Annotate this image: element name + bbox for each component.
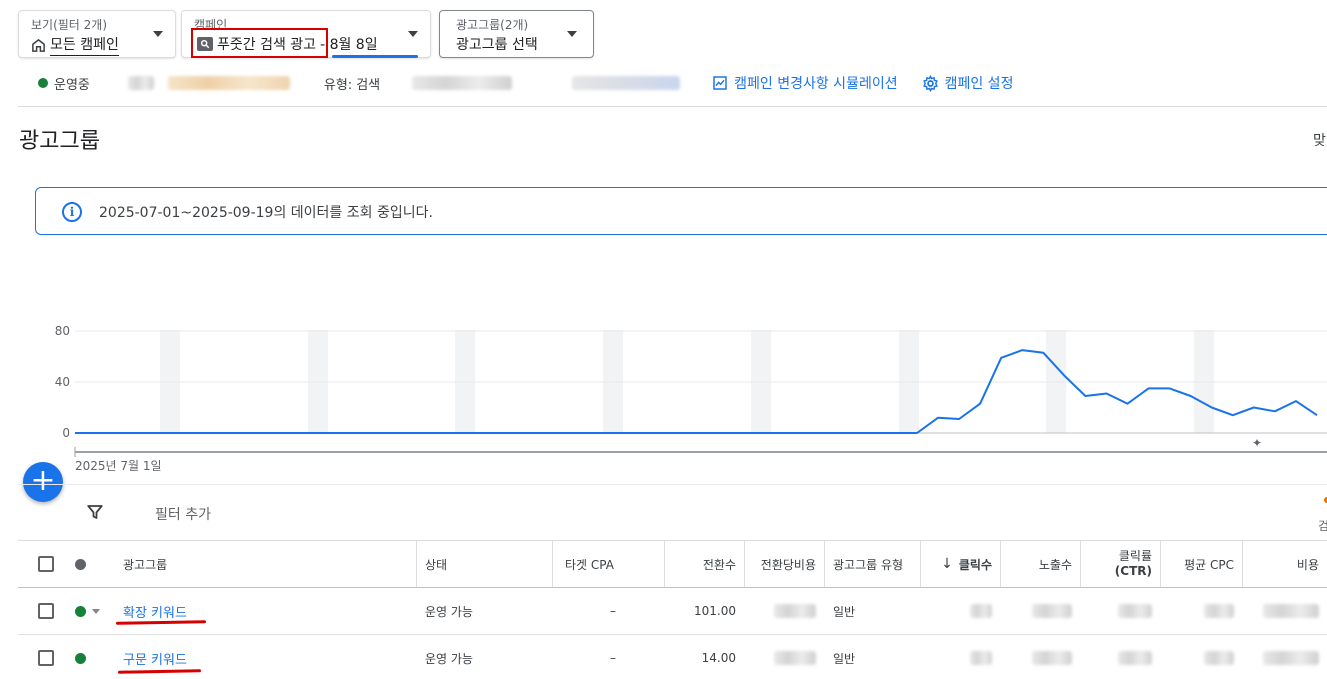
settings-link[interactable]: 캠페인 설정 [922,73,1013,93]
redacted-value [1160,588,1242,634]
redacted-value [1000,588,1080,634]
truncated-toolbar-text: 검 [1318,519,1327,533]
redacted-value [1000,635,1080,679]
table-header-row: 광고그룹 상태 타겟 CPA 전환수 전환당비용 광고그룹 유형 ↓ 클릭수 노… [18,540,1327,588]
simulation-link[interactable]: 캠페인 변경사항 시뮬레이션 [712,73,898,93]
redacted-info [412,76,513,90]
redacted-value [1080,635,1160,679]
redacted-value [1080,588,1160,634]
status-dot-icon [75,652,86,664]
home-icon [32,38,45,52]
col-header-status[interactable]: 상태 [425,541,545,587]
adgroup-link[interactable]: 확장 키워드 [123,602,187,621]
chevron-down-icon [567,31,577,37]
info-text: 2025-07-01~2025-09-19의 데이터를 조회 중입니다. [99,205,433,221]
add-filter-button[interactable]: 필터 추가 [155,504,211,524]
conversions-cell: 101.00 [694,604,736,618]
filter-icon[interactable] [86,503,104,521]
col-header-adgroup[interactable]: 광고그룹 [123,541,413,587]
redacted-info [167,76,290,90]
col-header-conversions[interactable]: 전환수 [664,541,744,587]
col-header-cost-per-conv[interactable]: 전환당비용 [744,541,824,587]
status-cell: 운영 가능 [425,651,473,666]
chevron-down-icon [153,31,163,37]
type-cell: 일반 [833,604,856,619]
campaign-selector[interactable]: 캠페인 푸줏간 검색 광고 - 8월 8일 [181,10,431,58]
select-all-checkbox[interactable] [38,556,54,572]
clicks-series-line [75,349,1318,434]
col-header-impressions[interactable]: 노출수 [1000,541,1080,587]
col-header-target-cpa[interactable]: 타겟 CPA [565,541,665,587]
chevron-down-icon [408,31,418,37]
redacted-value [1160,635,1242,679]
adgroup-table: 광고그룹 상태 타겟 CPA 전환수 전환당비용 광고그룹 유형 ↓ 클릭수 노… [18,540,1327,679]
view-selector[interactable]: 보기(필터 2개) 모든 캠페인 [18,10,176,58]
redacted-info [127,76,154,90]
filter-bar: 필터 추가 [18,484,1327,540]
type-value: 검색 [356,77,381,93]
performance-chart: 0 40 80 ✦ [55,324,1327,457]
row-checkbox[interactable] [38,603,54,619]
y-tick-label: 40 [55,375,70,389]
row-checkbox[interactable] [38,650,54,666]
status-column-icon [75,558,86,570]
truncated-header-text: 맞 [1313,133,1326,149]
redacted-info [572,76,681,90]
info-banner: i 2025-07-01~2025-09-19의 데이터를 조회 중입니다. [35,187,1327,235]
page-title: 광고그룹 [19,129,100,154]
y-tick-label: 80 [55,324,70,338]
redacted-value [744,635,824,679]
redacted-value [920,588,1000,634]
info-icon: i [62,202,82,222]
adgroup-selector[interactable]: 광고그룹(2개) 광고그룹 선택 [439,10,594,58]
adgroup-link[interactable]: 구문 키워드 [123,649,187,668]
col-header-clicks[interactable]: ↓ 클릭수 [920,541,1000,587]
header-divider [18,106,1327,107]
type-cell: 일반 [833,651,856,666]
redacted-value [920,635,1000,679]
sort-arrow-icon: ↓ [941,556,953,572]
status-cell: 운영 가능 [425,604,473,619]
highlight-box [191,28,328,58]
type-label: 유형: [323,77,353,93]
table-row: 확장 키워드 운영 가능 – 101.00 일반 [18,588,1327,635]
loading-bar [332,55,418,58]
x-axis-start-label: 2025년 7월 1일 [75,459,162,473]
redacted-value [1242,635,1327,679]
col-header-type[interactable]: 광고그룹 유형 [833,541,923,587]
col-header-avg-cpc[interactable]: 평균 CPC [1160,541,1242,587]
chevron-down-icon[interactable] [92,608,100,614]
status-text: 운영중 [54,77,90,93]
status-dot-icon [38,78,48,88]
redacted-value [744,588,824,634]
annotation-marker-icon: ✦ [1252,436,1262,450]
campaign-suffix: - 8월 8일 [320,37,378,53]
target-cpa-cell: – [610,604,616,618]
y-tick-label: 0 [62,426,70,440]
col-header-cost[interactable]: 비용 [1242,541,1327,587]
campaign-status-row: 운영중 유형: 검색 캠페인 변경사항 시뮬레이션 캠페인 설정 [38,70,1013,96]
col-header-ctr[interactable]: 클릭률 (CTR) [1080,541,1160,587]
status-dot-icon [75,605,86,617]
adgroup-selector-label: 광고그룹(2개) [456,18,529,32]
table-row: 구문 키워드 운영 가능 – 14.00 일반 [18,635,1327,679]
conversions-cell: 14.00 [701,651,736,665]
redacted-value [1242,588,1327,634]
target-cpa-cell: – [610,651,616,665]
view-selector-label: 보기(필터 2개) [31,18,108,32]
trend-chart-icon [713,76,727,90]
view-selector-value: 모든 캠페인 [50,34,119,56]
adgroup-selector-value: 광고그룹 선택 [456,37,538,53]
gear-icon [922,74,938,92]
